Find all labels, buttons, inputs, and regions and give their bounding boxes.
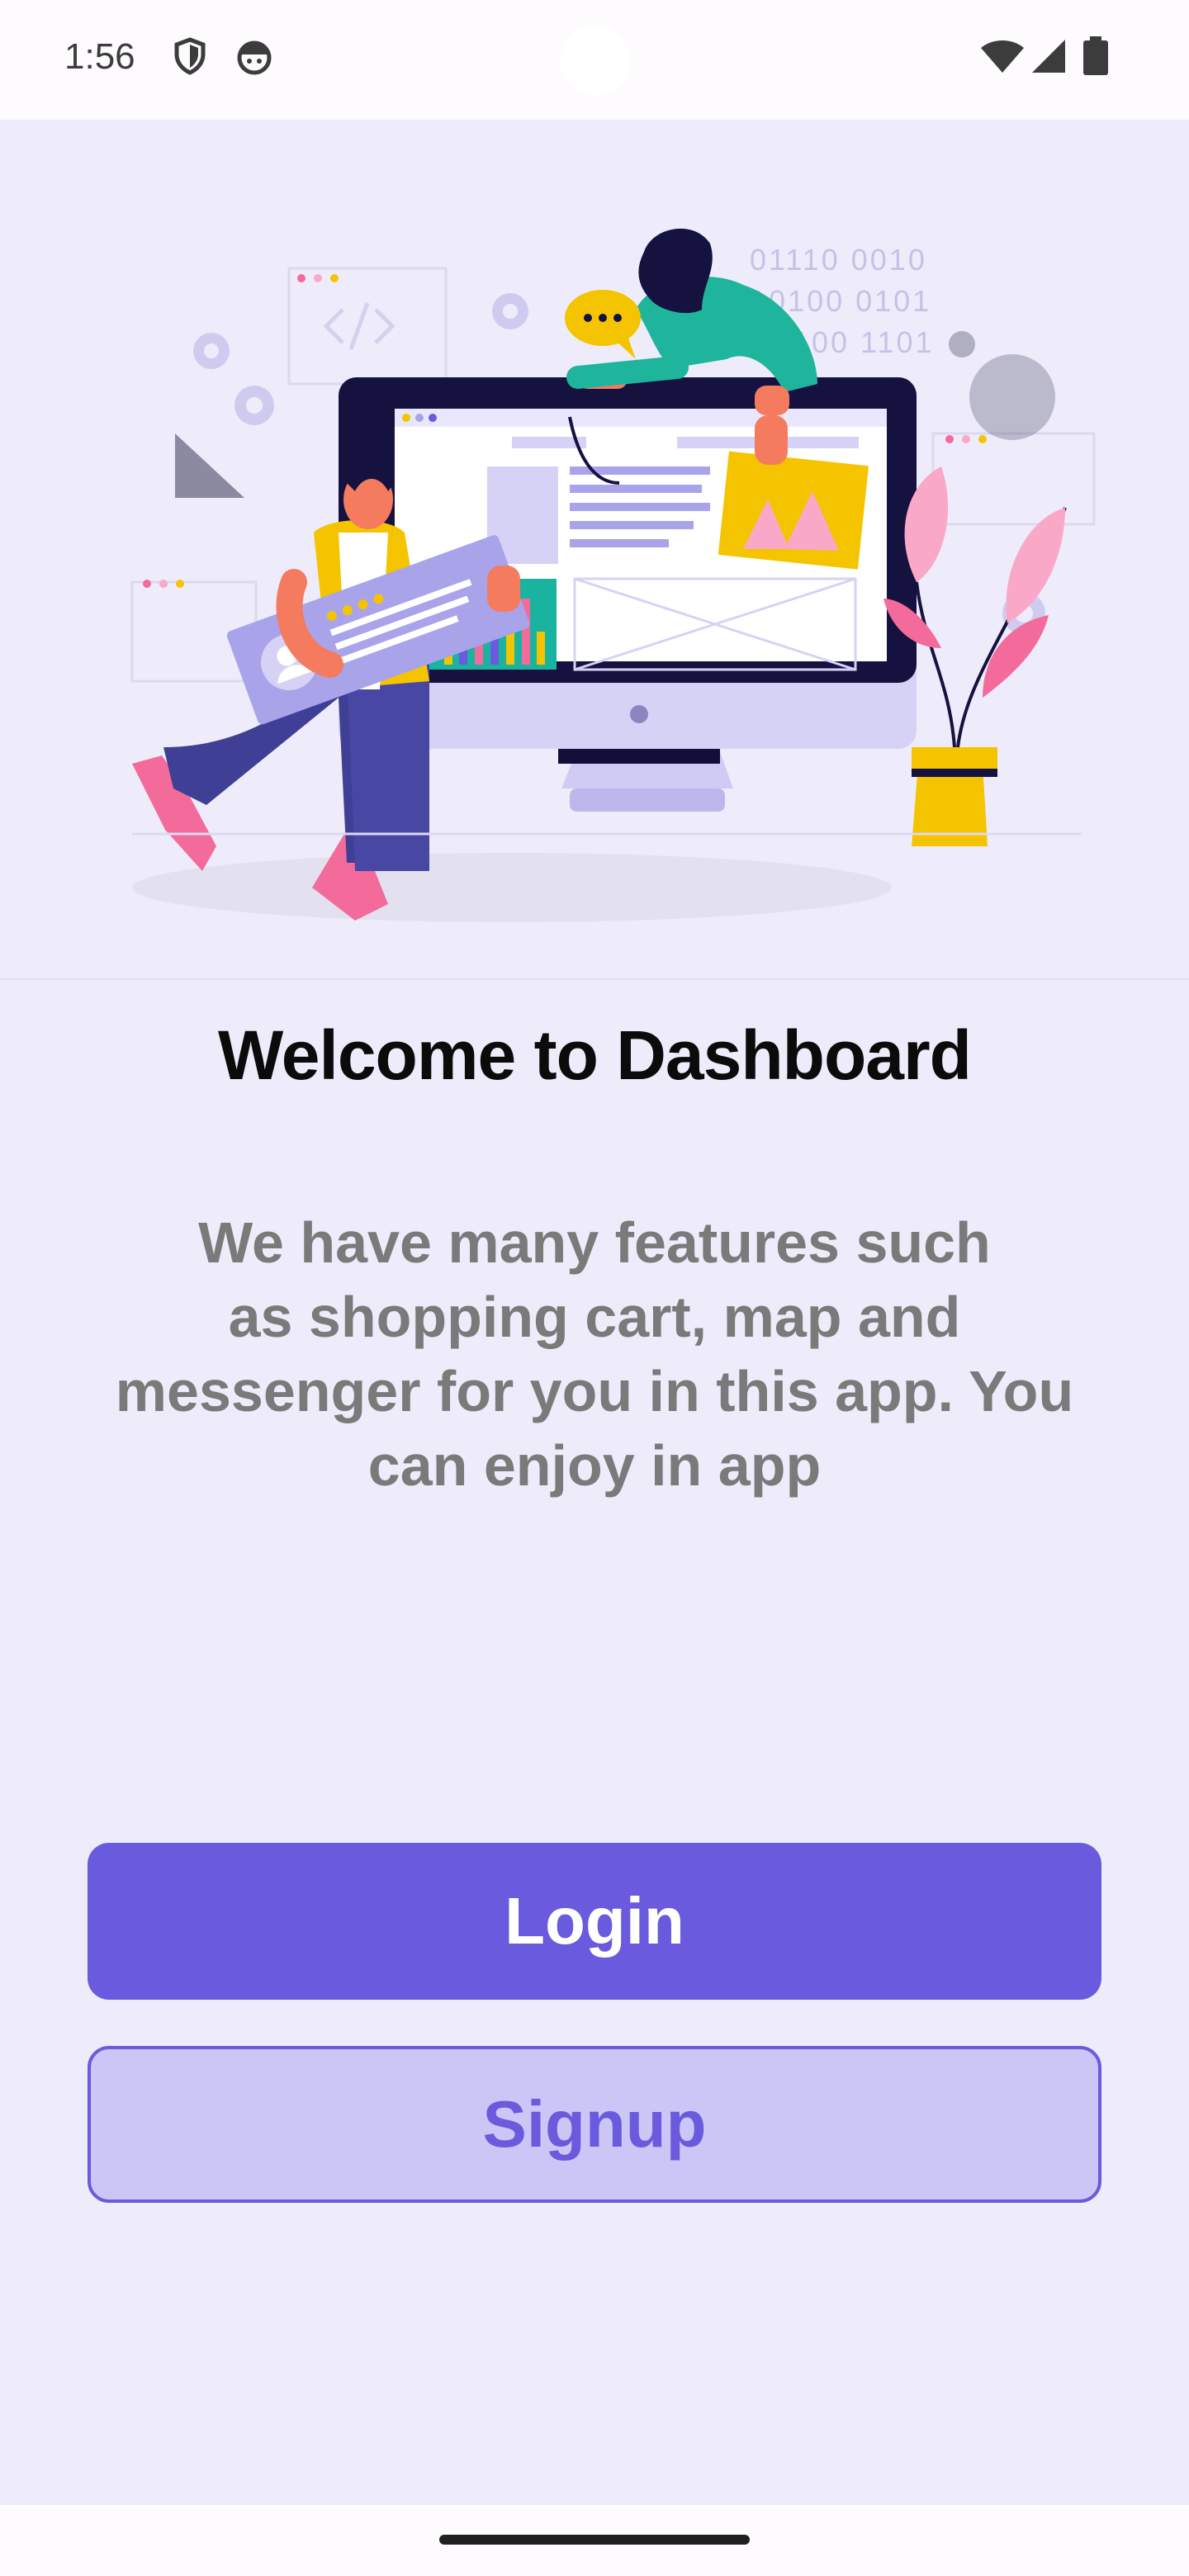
home-gesture-handle[interactable] (439, 2535, 750, 2545)
page-title: Welcome to Dashboard (218, 1016, 972, 1094)
signal-icon (1032, 40, 1065, 73)
android-face-icon (237, 40, 272, 75)
binary-line-3: 100 1101 (793, 325, 934, 359)
wifi-icon (981, 40, 1024, 73)
hero-illustration: 01110 0010 10100 0101 100 1101 (0, 120, 1189, 980)
description-line-3: messenger for you in this app. You (115, 1359, 1074, 1423)
welcome-description: We have many features such as shopping c… (83, 1205, 1106, 1503)
status-bar: 1:56 (0, 0, 1189, 120)
description-line-4: can enjoy in app (367, 1433, 822, 1498)
description-line-1: We have many features such (198, 1210, 991, 1275)
camera-cutout (560, 25, 631, 96)
dashboard-illustration: 01110 0010 10100 0101 100 1101 (130, 228, 1096, 922)
signup-button[interactable]: Signup (88, 2046, 1101, 2203)
shield-icon (174, 37, 206, 75)
battery-icon (1083, 36, 1108, 75)
navigation-bar (0, 2505, 1189, 2576)
description-line-2: as shopping cart, map and (228, 1285, 961, 1349)
binary-line-1: 01110 0010 (750, 243, 927, 277)
status-time: 1:56 (64, 36, 135, 77)
login-button[interactable]: Login (88, 1843, 1101, 2000)
